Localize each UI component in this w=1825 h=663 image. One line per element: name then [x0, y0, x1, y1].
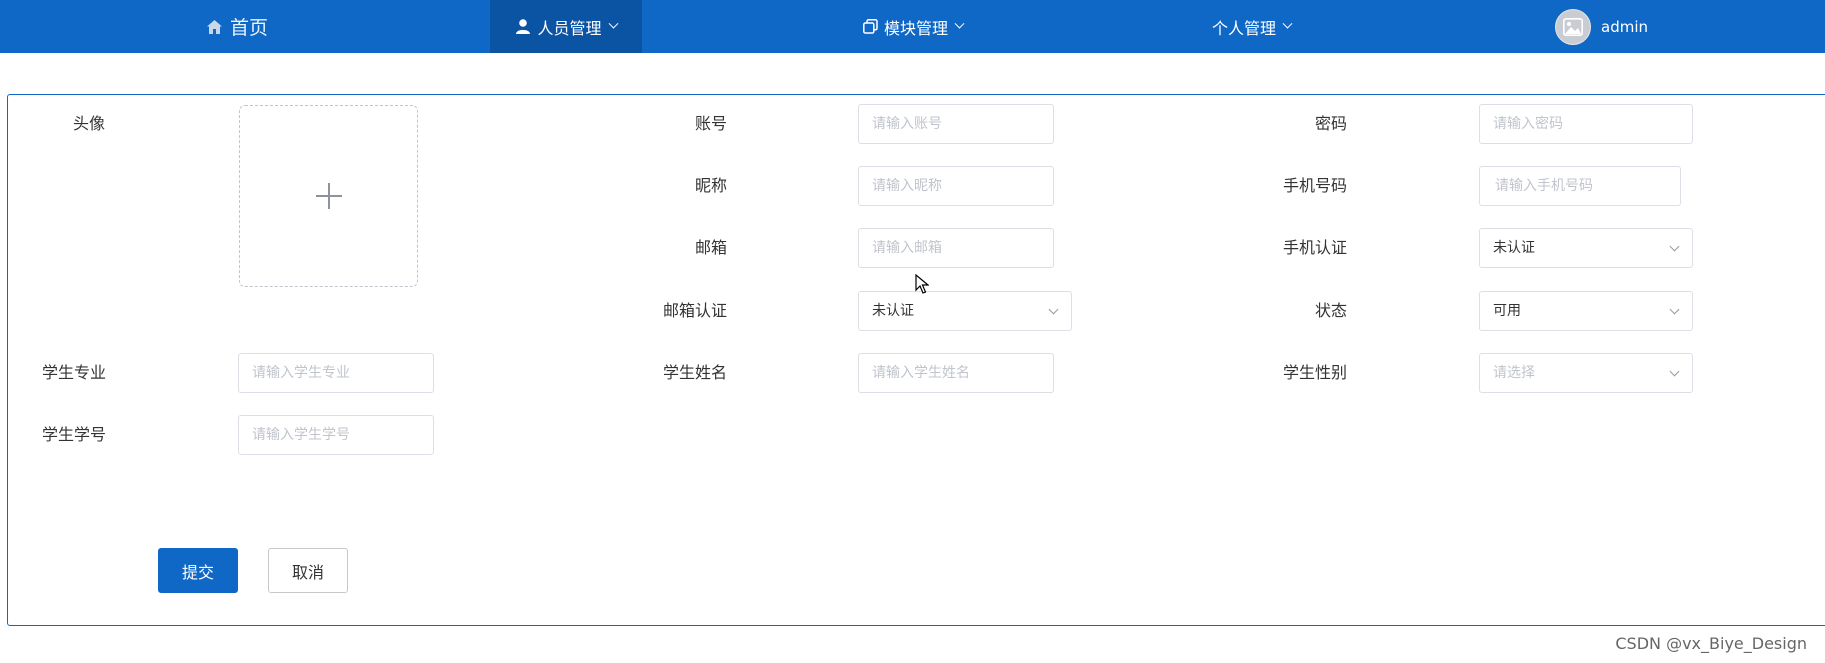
major-label: 学生专业 [42, 363, 107, 382]
avatar-label: 头像 [73, 114, 106, 133]
phone-verify-label: 手机认证 [1282, 238, 1347, 257]
top-nav: 首页 人员管理 模块管理 个人管理 admin [0, 0, 1825, 53]
chevron-down-icon [1669, 304, 1680, 315]
nickname-label: 昵称 [694, 176, 727, 195]
nav-people-management[interactable]: 人员管理 [490, 0, 642, 53]
major-input[interactable]: 请输入学生专业 [238, 353, 434, 393]
phone-verify-select[interactable]: 未认证 [1479, 228, 1693, 268]
account-label: 账号 [694, 114, 727, 133]
nickname-input[interactable]: 请输入昵称 [858, 166, 1054, 206]
email-verify-label: 邮箱认证 [662, 301, 727, 320]
gender-placeholder: 请选择 [1493, 365, 1535, 381]
mouse-cursor-icon [915, 273, 930, 298]
chevron-down-icon [608, 18, 618, 29]
chevron-down-icon [1282, 18, 1293, 29]
nav-module-management[interactable]: 模块管理 [862, 0, 965, 53]
password-input[interactable]: 请输入密码 [1479, 104, 1693, 144]
home-icon [206, 19, 222, 35]
student-name-label: 学生姓名 [662, 363, 727, 382]
status-select[interactable]: 可用 [1479, 291, 1693, 331]
phone-label: 手机号码 [1282, 176, 1347, 195]
password-label: 密码 [1314, 114, 1347, 133]
status-value: 可用 [1493, 303, 1521, 319]
chevron-down-icon [954, 18, 965, 29]
username: admin [1601, 17, 1648, 36]
student-name-input[interactable]: 请输入学生姓名 [858, 353, 1054, 393]
student-id-input[interactable]: 请输入学生学号 [238, 415, 434, 455]
nav-personal-label: 个人管理 [1212, 18, 1277, 38]
chevron-down-icon [1048, 304, 1059, 315]
nav-module-label: 模块管理 [884, 18, 949, 38]
avatar [1555, 8, 1591, 45]
nav-home-label: 首页 [230, 17, 269, 39]
watermark: CSDN @vx_Biye_Design [1615, 634, 1807, 653]
email-verify-value: 未认证 [872, 303, 914, 319]
status-label: 状态 [1314, 301, 1347, 320]
cancel-button[interactable]: 取消 [268, 548, 348, 593]
gender-select[interactable]: 请选择 [1479, 353, 1693, 393]
nav-people-label: 人员管理 [537, 18, 602, 38]
nav-user-menu[interactable]: admin [1555, 0, 1648, 53]
account-input[interactable]: 请输入账号 [858, 104, 1054, 144]
chevron-down-icon [1669, 241, 1680, 252]
user-icon [515, 19, 531, 35]
gender-label: 学生性别 [1282, 363, 1347, 382]
student-id-label: 学生学号 [42, 425, 107, 444]
phone-verify-value: 未认证 [1493, 240, 1535, 256]
email-input[interactable]: 请输入邮箱 [858, 228, 1054, 268]
chevron-down-icon [1669, 366, 1680, 377]
image-icon [1563, 17, 1583, 36]
email-label: 邮箱 [694, 238, 727, 257]
submit-button[interactable]: 提交 [158, 548, 238, 593]
plus-icon [315, 183, 342, 209]
email-verify-select[interactable]: 未认证 [858, 291, 1072, 331]
copy-icon [862, 19, 878, 35]
phone-input[interactable]: 请输入手机号码 [1479, 166, 1681, 206]
nav-home[interactable]: 首页 [206, 0, 268, 53]
avatar-uploader[interactable] [239, 105, 418, 287]
nav-personal-management[interactable]: 个人管理 [1212, 0, 1293, 53]
